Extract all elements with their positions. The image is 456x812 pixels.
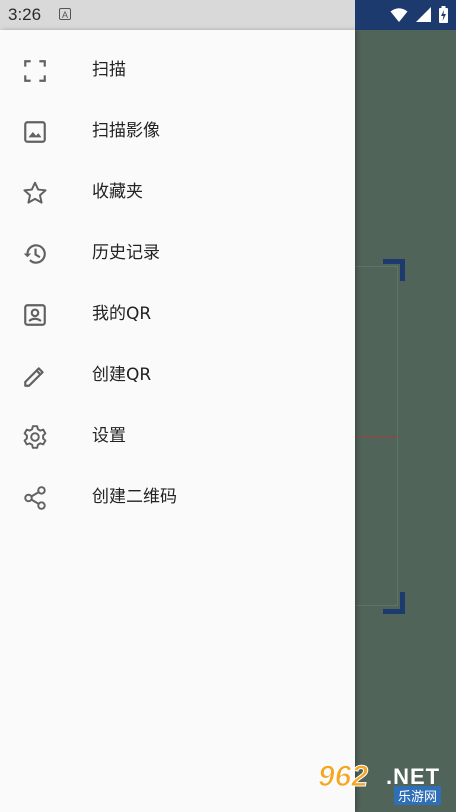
viewfinder-corner-top [383,259,405,281]
status-bar-right [355,0,456,30]
notification-icon: A [59,8,71,20]
drawer-item-label: 历史记录 [92,243,160,263]
drawer-item-settings[interactable]: 设置 [0,406,355,467]
drawer-item-history[interactable]: 历史记录 [0,223,355,284]
battery-icon [439,6,448,23]
viewfinder-corner-bottom [383,592,405,614]
account-box-icon [24,304,46,326]
star-icon [23,181,47,204]
drawer-item-create-qr[interactable]: 创建QR [0,345,355,406]
drawer-item-create-barcode[interactable]: 创建二维码 [0,467,355,528]
status-bar: 3:26 A [0,0,355,30]
status-time: 3:26 [8,5,42,24]
navigation-drawer: 扫描 扫描影像 收藏夹 历史记录 我的QR 创建QR 设置 创建二维码 [0,30,355,812]
history-icon [23,244,46,264]
drawer-item-my-qr[interactable]: 我的QR [0,284,355,345]
scan-laser-line [355,436,398,437]
drawer-item-label: 我的QR [92,304,152,324]
drawer-item-label: 收藏夹 [92,182,143,202]
gear-icon [23,425,47,449]
drawer-item-scan-image[interactable]: 扫描影像 [0,101,355,162]
watermark-number: 962 [317,760,369,794]
camera-preview [355,30,456,812]
signal-icon [416,7,431,22]
drawer-item-label: 创建二维码 [92,487,177,507]
wifi-icon [390,7,408,22]
watermark-site-name: 乐游网 [394,786,442,805]
drawer-item-label: 扫描 [92,60,126,80]
share-icon [24,486,46,510]
scan-frame-icon [24,60,46,82]
drawer-item-scan[interactable]: 扫描 [0,40,355,101]
drawer-item-label: 扫描影像 [92,121,160,141]
site-watermark-logo: 962 .NET 乐游网 [317,760,452,806]
drawer-item-label: 创建QR [92,365,152,385]
drawer-item-label: 设置 [92,426,126,446]
image-icon [24,121,46,143]
drawer-item-favorites[interactable]: 收藏夹 [0,162,355,223]
pencil-icon [24,367,44,387]
